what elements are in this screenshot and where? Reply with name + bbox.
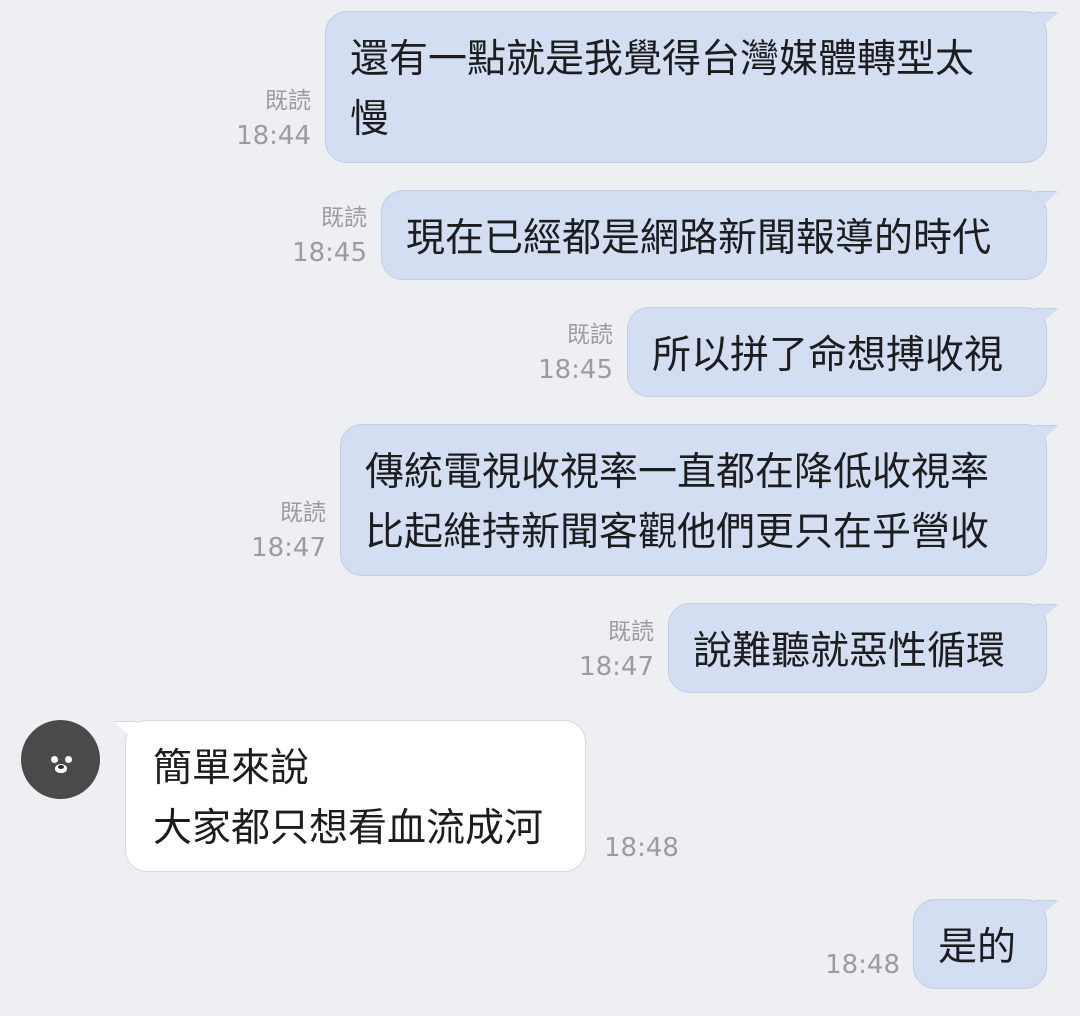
message-text-line: 還有一點就是我覺得台灣媒體轉型太 [350, 37, 975, 82]
message-text-line: 慢 [350, 97, 390, 142]
message-meta: 既読 18:47 [251, 496, 326, 566]
message-text-line: 簡單來說 [153, 746, 310, 791]
message-time: 18:45 [538, 355, 613, 385]
outgoing-message-bubble[interactable]: 所以拼了命想搏收視 [627, 307, 1047, 397]
read-receipt: 既読 [280, 500, 326, 526]
outgoing-message-bubble[interactable]: 說難聽就惡性循環 [668, 603, 1047, 693]
outgoing-message-bubble[interactable]: 傳統電視收視率一直都在降低收視率 比起維持新聞客觀他們更只在乎營收 [340, 424, 1047, 576]
read-receipt: 既読 [321, 205, 367, 231]
outgoing-message-bubble[interactable]: 還有一點就是我覺得台灣媒體轉型太 慢 [325, 11, 1047, 163]
message-time: 18:44 [236, 121, 311, 151]
message-text-line: 現在已經都是網路新聞報導的時代 [406, 216, 992, 261]
message-time: 18:47 [251, 533, 326, 563]
message-meta: 既読 18:44 [236, 84, 311, 154]
message-text-line: 所以拼了命想搏收視 [652, 333, 1004, 378]
bear-avatar-icon[interactable] [21, 720, 100, 799]
avatar-eye [51, 756, 58, 763]
message-meta: 既読 18:45 [292, 201, 367, 271]
read-receipt: 既読 [265, 88, 311, 114]
message-meta: 18:48 [825, 947, 900, 983]
read-receipt: 既読 [608, 619, 654, 645]
avatar-eye [65, 756, 72, 763]
avatar-nose [58, 765, 64, 769]
message-meta: 既読 18:45 [538, 318, 613, 388]
message-text-line: 說難聽就惡性循環 [693, 629, 1006, 674]
message-text-line: 大家都只想看血流成河 [153, 806, 544, 851]
message-text-line: 是的 [938, 925, 1017, 970]
message-time: 18:45 [292, 238, 367, 268]
outgoing-message-bubble[interactable]: 現在已經都是網路新聞報導的時代 [381, 190, 1047, 280]
message-time: 18:48 [825, 950, 900, 980]
message-time: 18:48 [604, 833, 679, 863]
message-text-line: 比起維持新聞客觀他們更只在乎營收 [365, 510, 990, 555]
read-receipt: 既読 [567, 322, 613, 348]
message-text-line: 傳統電視收視率一直都在降低收視率 [365, 450, 990, 495]
outgoing-message-bubble[interactable]: 是的 [913, 899, 1047, 989]
message-time: 18:47 [579, 652, 654, 682]
incoming-message-bubble[interactable]: 簡單來說 大家都只想看血流成河 [125, 720, 586, 872]
message-meta: 既読 18:47 [579, 615, 654, 685]
